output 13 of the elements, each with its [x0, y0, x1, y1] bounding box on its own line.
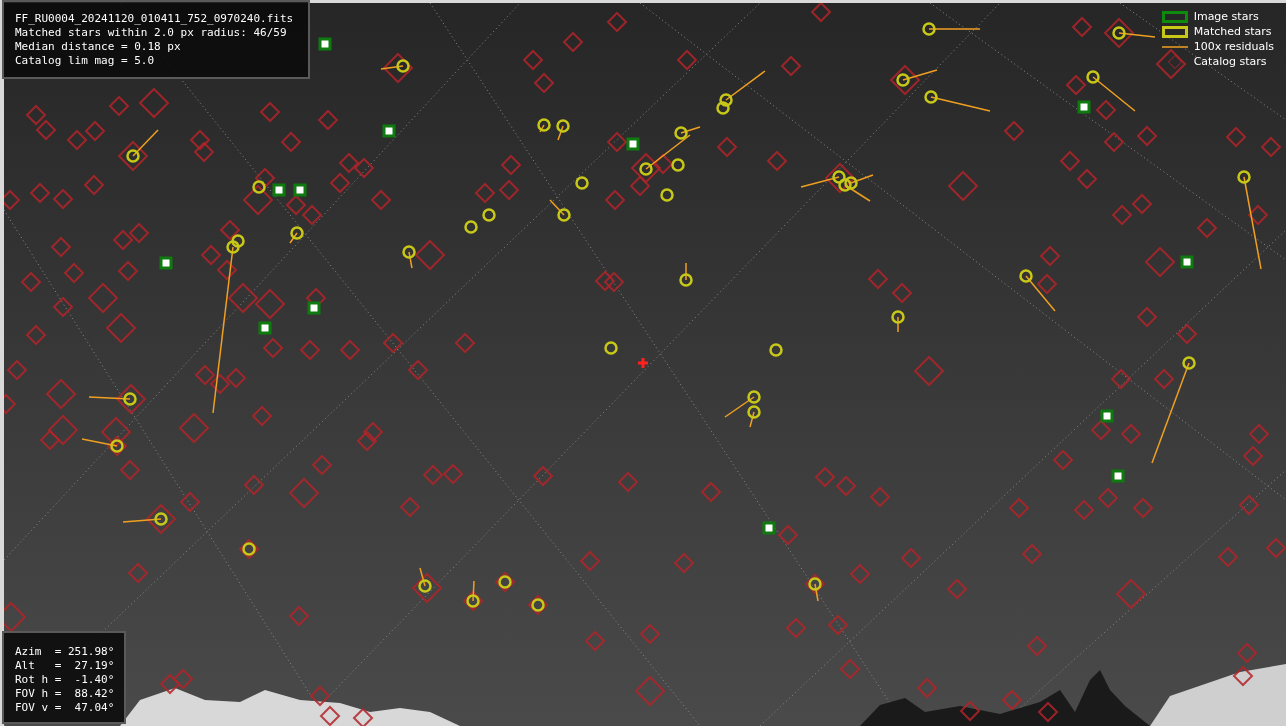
info-text: Matched stars within 2.0 px radius: 46/59 — [15, 26, 288, 40]
pointing-text: FOV v = 47.04° — [15, 701, 116, 715]
pointing-text: FOV h = 88.42° — [15, 687, 116, 701]
info-text: FF_RU0004_20241120_010411_752_0970240.fits — [15, 12, 295, 26]
legend-label: Matched stars — [1193, 25, 1272, 39]
pointing-text: Azim = 251.98° — [15, 645, 116, 659]
legend-label: Catalog stars — [1193, 55, 1267, 69]
info-text: Catalog lim mag = 5.0 — [15, 54, 156, 68]
pointing-text: Rot h = -1.40° — [15, 673, 116, 687]
pointing-text: Alt = 27.19° — [15, 659, 116, 673]
legend-label: Image stars — [1193, 10, 1259, 24]
info-text: Median distance = 0.18 px — [15, 40, 182, 54]
legend-label: 100x residuals — [1193, 40, 1274, 54]
